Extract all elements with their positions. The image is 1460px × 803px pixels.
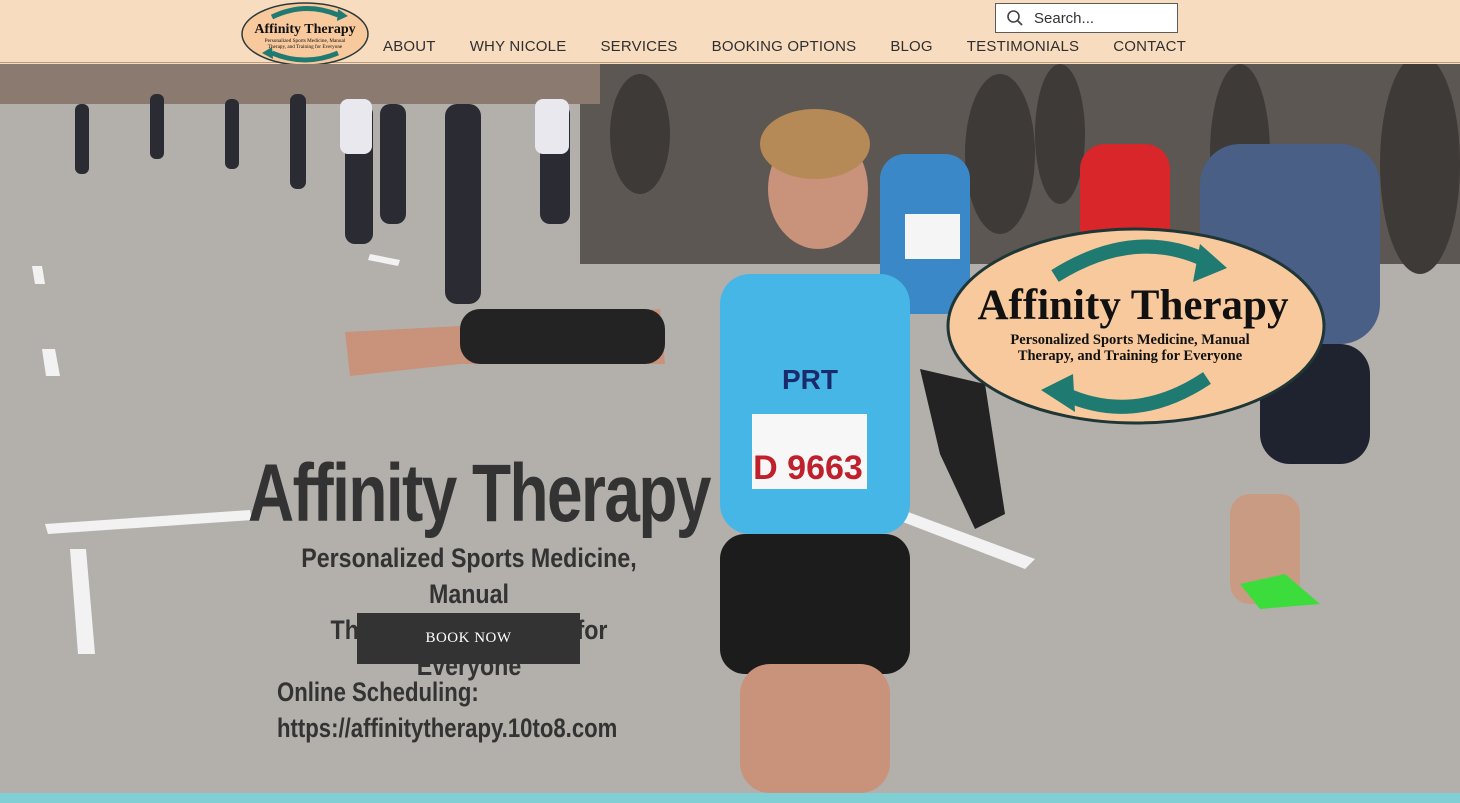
search-icon[interactable]	[1006, 9, 1024, 27]
large-logo-tagline-1: Personalized Sports Medicine, Manual	[1010, 332, 1249, 348]
hero-subtitle-line1: Personalized Sports Medicine, Manual	[301, 543, 637, 609]
nav-testimonials[interactable]: TESTIMONIALS	[967, 38, 1079, 55]
book-now-button[interactable]: BOOK NOW	[357, 613, 580, 664]
svg-text:D 9663: D 9663	[753, 449, 863, 487]
svg-text:PRT: PRT	[782, 364, 838, 395]
nav-why-nicole[interactable]: WHY NICOLE	[470, 38, 567, 55]
large-logo-tagline-2: Therapy, and Training for Everyone	[1018, 348, 1243, 364]
main-nav: ABOUT WHY NICOLE SERVICES BOOKING OPTION…	[383, 38, 1220, 55]
nav-booking-options[interactable]: BOOKING OPTIONS	[712, 38, 857, 55]
hero-section: D 9663 PRT Affinity Therapy Personalized…	[0, 64, 1460, 793]
nav-contact[interactable]: CONTACT	[1113, 38, 1186, 55]
affinity-therapy-large-logo: Affinity Therapy Personalized Sports Med…	[946, 227, 1326, 425]
svg-text:Therapy, and Training for Ever: Therapy, and Training for Everyone	[268, 43, 343, 50]
search-box[interactable]	[995, 3, 1178, 33]
large-logo-name: Affinity Therapy	[978, 282, 1289, 329]
bottom-strip	[0, 793, 1460, 803]
scheduling-label: Online Scheduling:	[277, 677, 479, 707]
search-input[interactable]	[1034, 9, 1174, 27]
online-scheduling: Online Scheduling: https://affinitythera…	[277, 674, 692, 746]
marathon-runners-photo: D 9663 PRT	[0, 64, 1460, 793]
nav-about[interactable]: ABOUT	[383, 38, 436, 55]
svg-text:Affinity Therapy: Affinity Therapy	[254, 22, 355, 37]
affinity-therapy-logo[interactable]: Affinity Therapy Personalized Sports Med…	[240, 1, 370, 67]
nav-blog[interactable]: BLOG	[890, 38, 932, 55]
scheduling-link[interactable]: https://affinitytherapy.10to8.com	[277, 713, 617, 743]
site-header: Affinity Therapy Personalized Sports Med…	[0, 0, 1460, 66]
hero-title: Affinity Therapy	[248, 448, 711, 539]
nav-services[interactable]: SERVICES	[600, 38, 677, 55]
